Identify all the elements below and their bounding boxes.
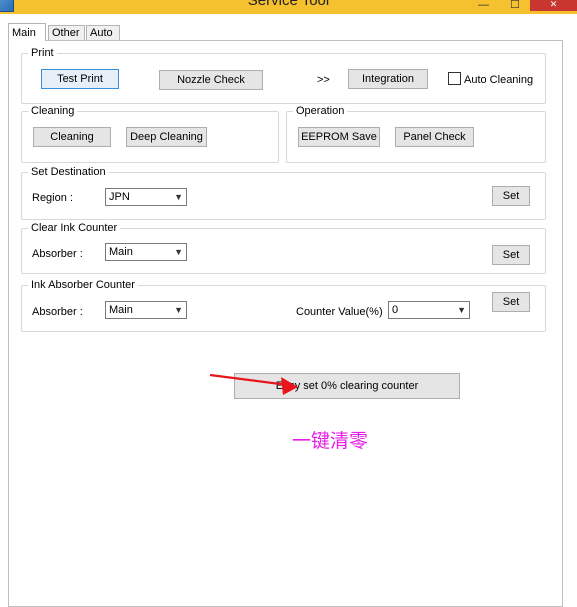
auto-cleaning-label[interactable]: Auto Cleaning [464,73,533,87]
title-bar: Service Tool — ☐ ✕ [0,0,577,14]
ink-absorber-select[interactable]: Main ▼ [105,301,187,319]
cleaning-button[interactable]: Cleaning [33,127,111,147]
clear-ink-absorber-select[interactable]: Main ▼ [105,243,187,261]
deep-cleaning-button[interactable]: Deep Cleaning [126,127,207,147]
close-button[interactable]: ✕ [530,0,577,11]
ink-absorber-label: Absorber : [32,306,83,318]
easy-set-clearing-counter-button[interactable]: Easy set 0% clearing counter [234,373,460,399]
region-label: Region : [32,192,73,204]
ink-absorber-counter-legend: Ink Absorber Counter [28,279,138,292]
clear-ink-counter-group: Clear Ink Counter Absorber : Main ▼ Set [21,222,546,274]
region-select[interactable]: JPN ▼ [105,188,187,206]
ink-absorber-counter-group: Ink Absorber Counter Absorber : Main ▼ C… [21,279,546,332]
annotation-text: 一键清零 [292,430,369,452]
eeprom-save-button[interactable]: EEPROM Save [298,127,380,147]
clear-ink-absorber-label: Absorber : [32,248,83,260]
panel-check-button[interactable]: Panel Check [395,127,474,147]
operation-group-legend: Operation [293,105,348,118]
clear-ink-counter-legend: Clear Ink Counter [28,222,121,235]
integration-button[interactable]: Integration [348,69,428,89]
clear-ink-counter-set-button[interactable]: Set [492,245,530,265]
counter-value-value: 0 [392,304,399,316]
maximize-button[interactable]: ☐ [510,0,528,11]
integration-arrows: >> [317,74,330,86]
ink-absorber-value: Main [109,304,133,316]
region-select-value: JPN [109,191,130,203]
cleaning-group: Cleaning Cleaning Deep Cleaning [21,105,279,163]
window-client-area: Main Other Auto Print Test Print Nozzle … [0,14,577,607]
print-group-legend: Print [28,47,57,60]
test-print-button[interactable]: Test Print [41,69,119,89]
chevron-down-icon: ▼ [174,305,183,315]
ink-absorber-set-button[interactable]: Set [492,292,530,312]
counter-value-label: Counter Value(%) [296,306,383,318]
minimize-button[interactable]: — [478,0,498,11]
main-tab-panel: Print Test Print Nozzle Check >> Integra… [8,40,563,607]
operation-group: Operation EEPROM Save Panel Check [286,105,546,163]
counter-value-select[interactable]: 0 ▼ [388,301,470,319]
tab-other[interactable]: Other [48,25,85,40]
set-destination-legend: Set Destination [28,166,109,179]
chevron-down-icon: ▼ [457,305,466,315]
tab-main[interactable]: Main [8,23,46,41]
tab-auto[interactable]: Auto [86,25,120,40]
set-destination-set-button[interactable]: Set [492,186,530,206]
cleaning-group-legend: Cleaning [28,105,78,118]
chevron-down-icon: ▼ [174,247,183,257]
clear-ink-absorber-value: Main [109,246,133,258]
chevron-down-icon: ▼ [174,192,183,202]
auto-cleaning-checkbox[interactable] [448,72,461,85]
set-destination-group: Set Destination Region : JPN ▼ Set [21,166,546,220]
nozzle-check-button[interactable]: Nozzle Check [159,70,263,90]
print-group: Print Test Print Nozzle Check >> Integra… [21,47,546,104]
